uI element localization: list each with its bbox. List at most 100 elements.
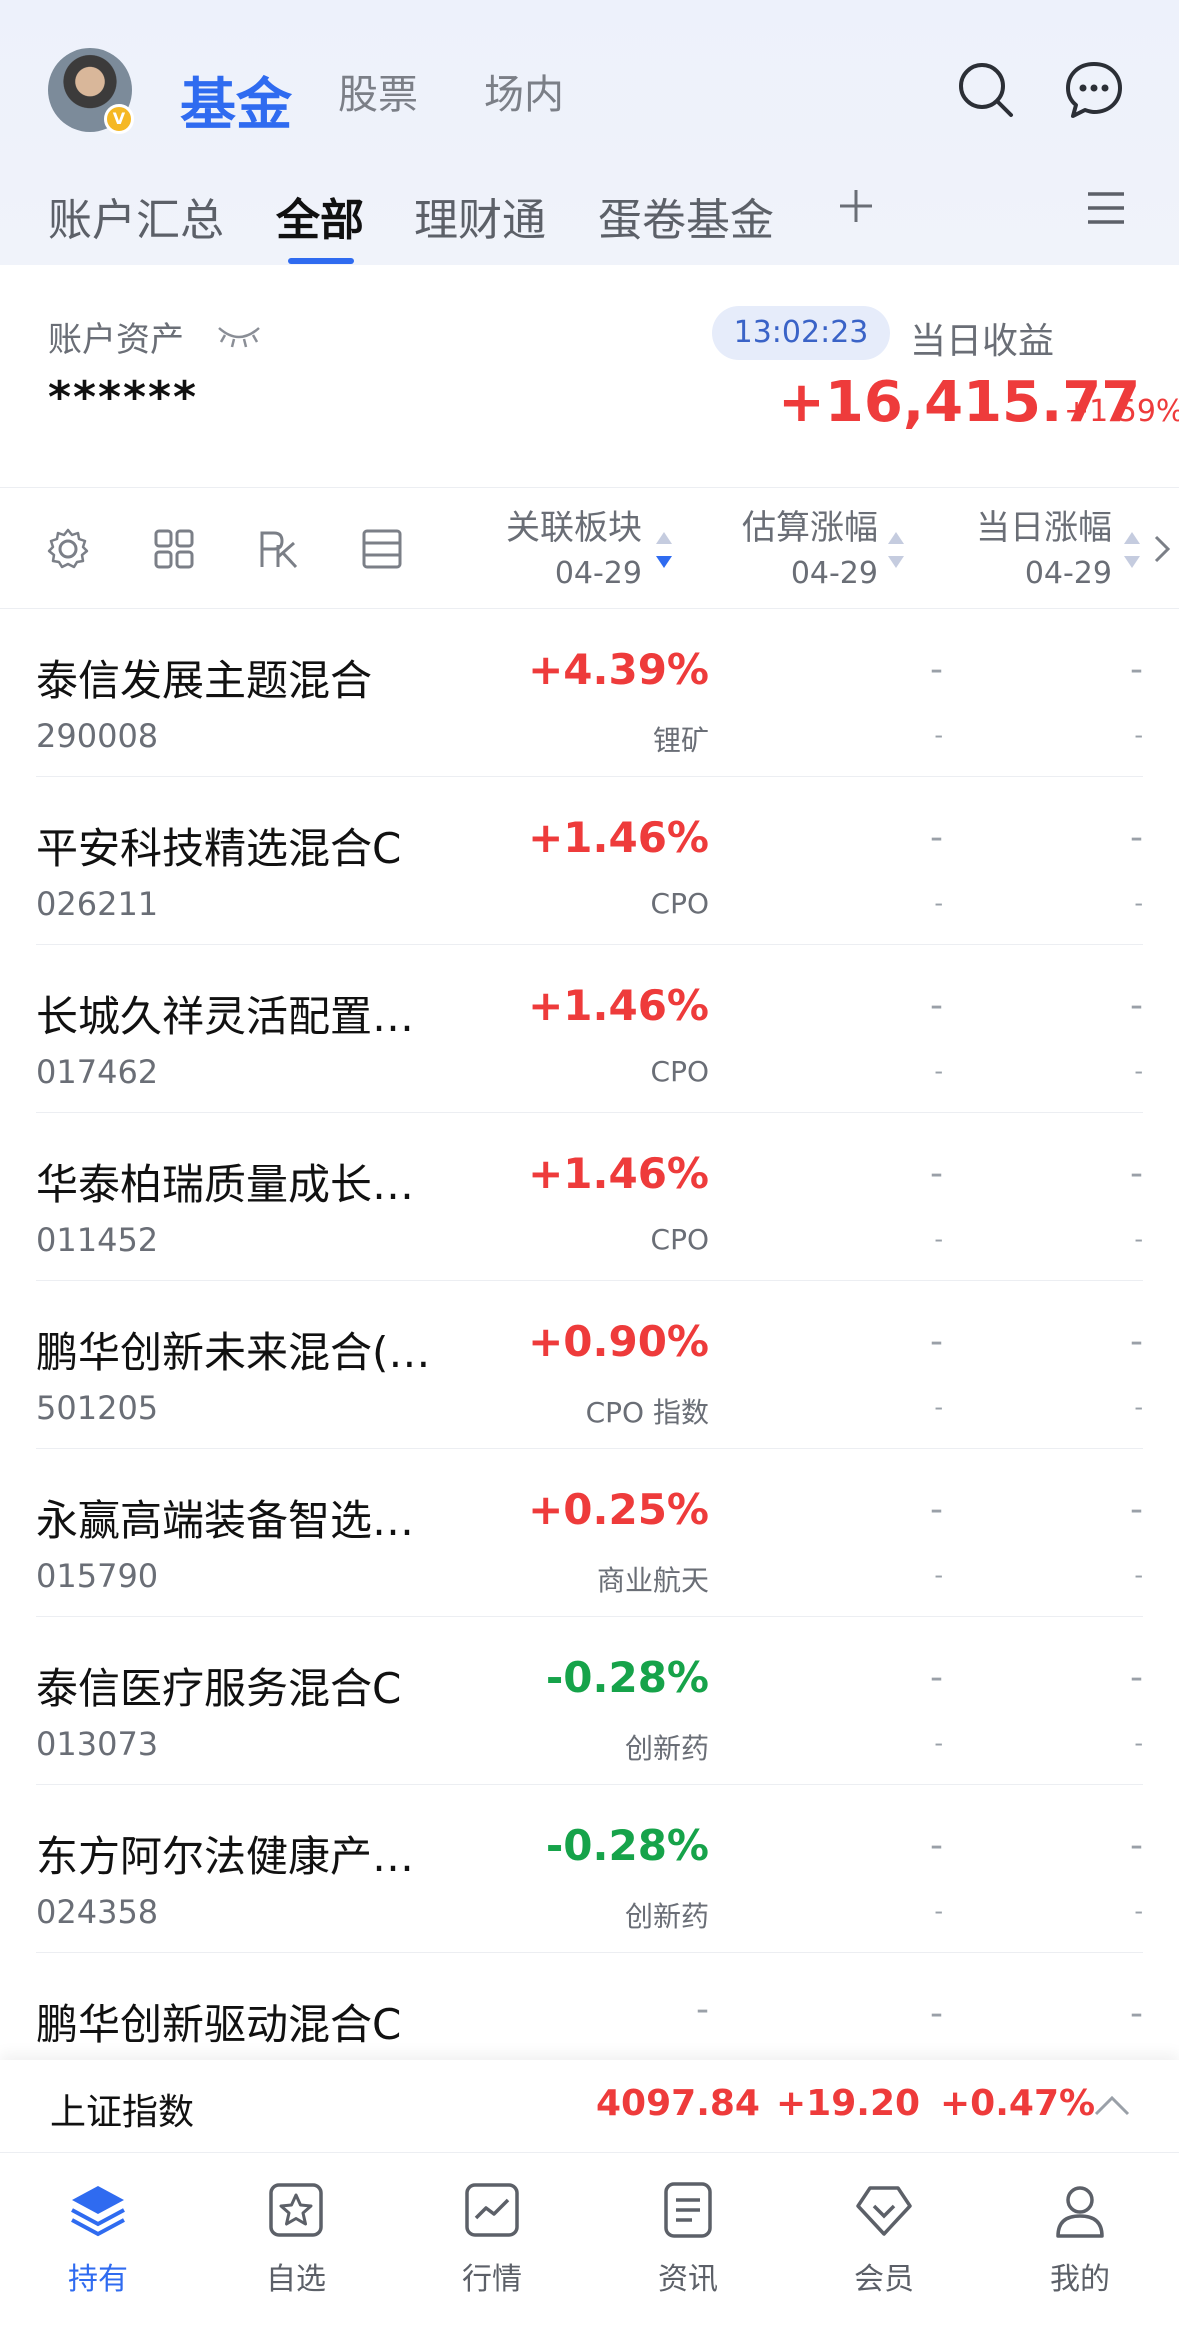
sector-name: 创新药 xyxy=(624,1732,709,1765)
estimate-sub: - xyxy=(934,1897,943,1925)
message-icon[interactable] xyxy=(1064,60,1124,120)
subtab-all[interactable]: 全部 xyxy=(276,184,364,248)
list-item[interactable]: 鹏华创新未来混合(… 501205 +0.90% CPO 指数 - - - - xyxy=(36,1281,1143,1449)
sector-name: 创新药 xyxy=(624,1900,709,1933)
list-item[interactable]: 永赢高端装备智选… 015790 +0.25% 商业航天 - - - - xyxy=(36,1449,1143,1617)
daily-sub: - xyxy=(1134,1057,1143,1085)
daily-change: - xyxy=(1130,985,1143,1026)
plus-icon[interactable] xyxy=(836,186,876,226)
column-daily-header[interactable]: 当日涨幅 xyxy=(950,500,1112,549)
column-estimate-date: 04-29 xyxy=(790,556,878,591)
fund-name: 平安科技精选混合C xyxy=(36,824,402,873)
fund-code: 026211 xyxy=(36,885,159,923)
column-sector-date: 04-29 xyxy=(554,556,642,591)
search-icon[interactable] xyxy=(956,60,1016,120)
gear-icon[interactable] xyxy=(46,527,90,571)
list-item[interactable]: 泰信医疗服务混合C 013073 -0.28% 创新药 - - - - xyxy=(36,1617,1143,1785)
daily-change: - xyxy=(1130,649,1143,690)
fund-code: 015790 xyxy=(36,1557,159,1595)
list-item[interactable]: 长城久祥灵活配置… 017462 +1.46% CPO - - - - xyxy=(36,945,1143,1113)
fund-name: 东方阿尔法健康产… xyxy=(36,1832,415,1881)
estimate-change: - xyxy=(930,1993,943,2034)
estimate-change: - xyxy=(930,1321,943,1362)
menu-icon[interactable] xyxy=(1086,188,1126,228)
estimate-sub: - xyxy=(934,1561,943,1589)
estimate-change: - xyxy=(930,1153,943,1194)
layers-icon xyxy=(68,2180,128,2240)
sort-icon[interactable] xyxy=(1122,528,1142,572)
nav-market[interactable]: 行情 xyxy=(432,2180,552,2298)
sector-change: +0.25% xyxy=(528,1485,709,1534)
estimate-sub: - xyxy=(934,1393,943,1421)
grid-icon[interactable] xyxy=(152,527,196,571)
daily-change: - xyxy=(1130,1657,1143,1698)
fund-name: 泰信发展主题混合 xyxy=(36,656,373,705)
index-value: 4097.84 xyxy=(596,2083,760,2124)
nav-holdings[interactable]: 持有 xyxy=(38,2180,158,2298)
sector-name: CPO 指数 xyxy=(585,1396,709,1429)
daily-sub: - xyxy=(1134,1897,1143,1925)
sort-icon[interactable] xyxy=(654,528,674,572)
update-time: 13:02:23 xyxy=(712,306,890,360)
daily-change: - xyxy=(1130,1153,1143,1194)
nav-member[interactable]: 会员 xyxy=(824,2180,944,2298)
nav-profile[interactable]: 我的 xyxy=(1020,2180,1140,2298)
daily-change: - xyxy=(1130,1489,1143,1530)
daily-sub: - xyxy=(1134,889,1143,917)
subtab-licaitong[interactable]: 理财通 xyxy=(414,184,546,248)
chevron-up-icon[interactable] xyxy=(1092,2094,1132,2118)
list-item[interactable]: 华泰柏瑞质量成长… 011452 +1.46% CPO - - - - xyxy=(36,1113,1143,1281)
sort-icon[interactable] xyxy=(886,528,906,572)
subtab-danjuan[interactable]: 蛋卷基金 xyxy=(598,184,774,248)
estimate-sub: - xyxy=(934,1225,943,1253)
fund-code: 290008 xyxy=(36,717,159,755)
eye-closed-icon[interactable] xyxy=(215,322,263,350)
avatar[interactable]: V xyxy=(48,48,134,134)
sector-change: -0.28% xyxy=(545,1821,709,1870)
chart-icon xyxy=(462,2180,522,2240)
column-daily-date: 04-29 xyxy=(1024,556,1112,591)
sector-change: +1.46% xyxy=(528,981,709,1030)
estimate-change: - xyxy=(930,1489,943,1530)
daily-sub: - xyxy=(1134,1561,1143,1589)
column-sector-header[interactable]: 关联板块 xyxy=(480,500,642,549)
sector-name: 商业航天 xyxy=(596,1564,709,1597)
tab-onexchange[interactable]: 场内 xyxy=(484,62,564,120)
verified-badge-icon: V xyxy=(104,104,134,134)
column-estimate-header[interactable]: 估算涨幅 xyxy=(716,500,878,549)
estimate-sub: - xyxy=(934,1729,943,1757)
list-icon[interactable] xyxy=(360,527,404,571)
list-item[interactable]: 东方阿尔法健康产… 024358 -0.28% 创新药 - - - - xyxy=(36,1785,1143,1953)
fund-name: 泰信医疗服务混合C xyxy=(36,1664,402,1713)
list-item[interactable]: 平安科技精选混合C 026211 +1.46% CPO - - - - xyxy=(36,777,1143,945)
estimate-sub: - xyxy=(934,889,943,917)
fund-code: 017462 xyxy=(36,1053,159,1091)
diamond-icon xyxy=(854,2180,914,2240)
subtab-summary[interactable]: 账户汇总 xyxy=(48,184,224,248)
fund-code: 013073 xyxy=(36,1725,159,1763)
user-icon xyxy=(1050,2180,1110,2240)
pk-icon[interactable] xyxy=(256,527,300,571)
sector-name: CPO xyxy=(650,887,709,920)
chevron-right-icon[interactable] xyxy=(1152,533,1172,565)
active-tab-indicator xyxy=(288,258,354,264)
document-icon xyxy=(658,2180,718,2240)
list-item[interactable]: 泰信发展主题混合 290008 +4.39% 锂矿 - - - - xyxy=(36,609,1143,777)
sector-name: 锂矿 xyxy=(652,724,709,757)
nav-label: 我的 xyxy=(1050,2262,1110,2297)
nav-label: 持有 xyxy=(68,2262,128,2297)
today-profit-pct: +1.59% xyxy=(1064,394,1179,429)
bottom-nav xyxy=(0,2152,1179,2333)
nav-watchlist[interactable]: 自选 xyxy=(236,2180,356,2298)
tab-fund[interactable]: 基金 xyxy=(180,60,292,141)
sector-name: CPO xyxy=(650,1055,709,1088)
nav-label: 资讯 xyxy=(658,2262,718,2297)
nav-news[interactable]: 资讯 xyxy=(628,2180,748,2298)
fund-code: 024358 xyxy=(36,1893,159,1931)
fund-name: 华泰柏瑞质量成长… xyxy=(36,1160,415,1209)
estimate-sub: - xyxy=(934,721,943,749)
tab-stock[interactable]: 股票 xyxy=(338,62,418,120)
index-pct: +0.47% xyxy=(940,2083,1096,2124)
daily-change: - xyxy=(1130,1993,1143,2034)
sector-change: +0.90% xyxy=(528,1317,709,1366)
